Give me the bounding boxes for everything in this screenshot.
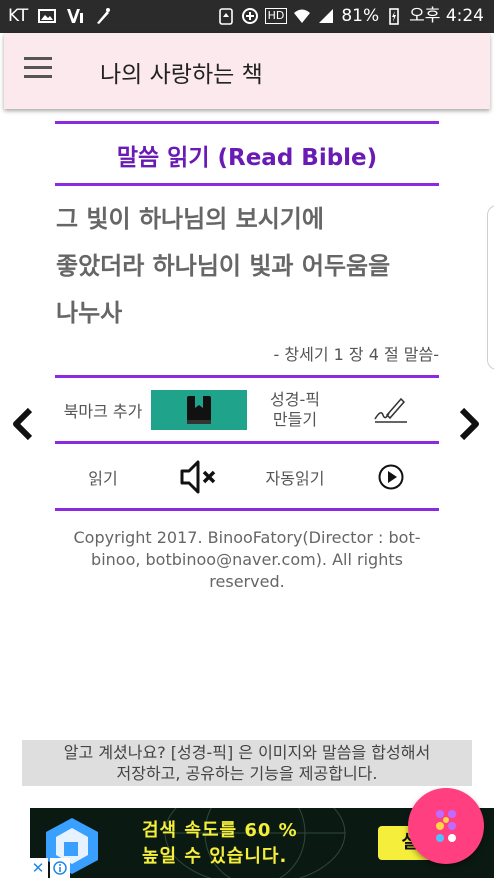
bookmark-label[interactable]: 북마크 추가	[55, 398, 151, 422]
hd-badge: HD	[264, 8, 288, 24]
copyright-line: reserved.	[209, 572, 285, 591]
bookmark-book-icon	[187, 396, 211, 424]
app-title: 나의 사랑하는 책	[100, 62, 263, 88]
verse-reference: - 창세기 1 장 4 절 말씀-	[273, 345, 439, 364]
section-title: 말씀 읽기 (Read Bible)	[116, 145, 378, 171]
divider-actions-top	[55, 375, 439, 378]
action-row-read: 읽기 자동읽기	[55, 448, 439, 506]
verse-line: 좋았더라 하나님이 빛과 어두움을	[56, 252, 391, 280]
vi-app-icon	[67, 9, 84, 23]
divider-top	[55, 121, 439, 124]
ad-info-icon[interactable]	[50, 858, 70, 878]
volume-mute-icon	[180, 460, 216, 494]
chevron-left-icon	[13, 407, 33, 441]
verse-text: 그 빛이 하나님의 보시기에 좋았더라 하나님이 빛과 어두움을 나누사	[56, 196, 436, 337]
verse-line: 나누사	[56, 299, 123, 327]
copyright-text: Copyright 2017. BinooFatory(Director : b…	[55, 527, 439, 593]
mute-button[interactable]	[151, 456, 247, 498]
divider-actions-middle	[55, 441, 439, 444]
battery-charging-icon	[389, 8, 399, 25]
carrier-label: KT	[8, 6, 29, 26]
verse-line: 그 빛이 하나님의 보시기에	[56, 205, 324, 233]
tip-banner: 알고 계셨나요? [성경-픽] 은 이미지와 말씀을 합성해서 저장하고, 공유…	[22, 740, 472, 786]
bookmark-button[interactable]	[151, 390, 247, 430]
ad-close-icon[interactable]: ✕	[28, 858, 48, 878]
data-saver-icon	[241, 8, 258, 24]
signal-icon	[319, 9, 334, 23]
read-label[interactable]: 읽기	[55, 465, 151, 489]
ad-headline: 검색 속도를 60 % 높일 수 있습니다.	[142, 818, 392, 870]
gallery-icon	[38, 9, 57, 23]
edge-panel-handle[interactable]	[487, 205, 494, 370]
app-bar: 나의 사랑하는 책	[4, 33, 490, 109]
divider-title-bottom	[55, 183, 439, 186]
next-verse-button[interactable]	[454, 404, 484, 444]
floating-action-button[interactable]	[408, 788, 484, 864]
bible-pick-label-line2: 만들기	[272, 410, 318, 429]
status-right: HD 81% 오후 4:24	[217, 5, 484, 27]
bible-pick-button[interactable]	[343, 395, 439, 425]
status-bar: KT HD 81% 오후 4:24	[0, 0, 494, 33]
hamburger-menu-icon[interactable]	[24, 57, 56, 85]
recycle-icon	[218, 8, 233, 25]
previous-verse-button[interactable]	[8, 404, 38, 444]
play-circle-icon	[378, 464, 404, 490]
tip-line: 저장하고, 공유하는 기능을 제공합니다.	[116, 764, 378, 783]
wand-icon	[97, 8, 111, 24]
battery-percent: 81%	[341, 6, 380, 26]
ad-line: 검색 속도를 60 %	[142, 820, 298, 841]
dots-pattern-icon	[436, 810, 456, 842]
tip-line: 알고 계셨나요? [성경-픽] 은 이미지와 말씀을 합성해서	[63, 743, 431, 762]
wifi-icon	[294, 9, 311, 23]
auto-read-label[interactable]: 자동읽기	[247, 465, 343, 489]
action-row-bookmark: 북마크 추가 성경-픽 만들기	[55, 381, 439, 439]
copyright-line: Copyright 2017. BinooFatory(Director : b…	[73, 528, 421, 547]
chevron-right-icon	[459, 407, 479, 441]
play-button[interactable]	[343, 463, 439, 491]
ad-line: 높일 수 있습니다.	[142, 846, 288, 867]
copyright-line: binoo, botbinoo@naver.com). All rights	[91, 550, 403, 569]
bible-pick-label-line1: 성경-픽	[270, 390, 320, 409]
info-circle-icon	[53, 861, 67, 875]
bible-pick-label[interactable]: 성경-픽 만들기	[247, 390, 343, 430]
clock: 오후 4:24	[409, 6, 484, 26]
divider-actions-bottom	[55, 508, 439, 511]
status-left: KT	[8, 5, 112, 27]
signature-pen-icon	[374, 397, 407, 423]
